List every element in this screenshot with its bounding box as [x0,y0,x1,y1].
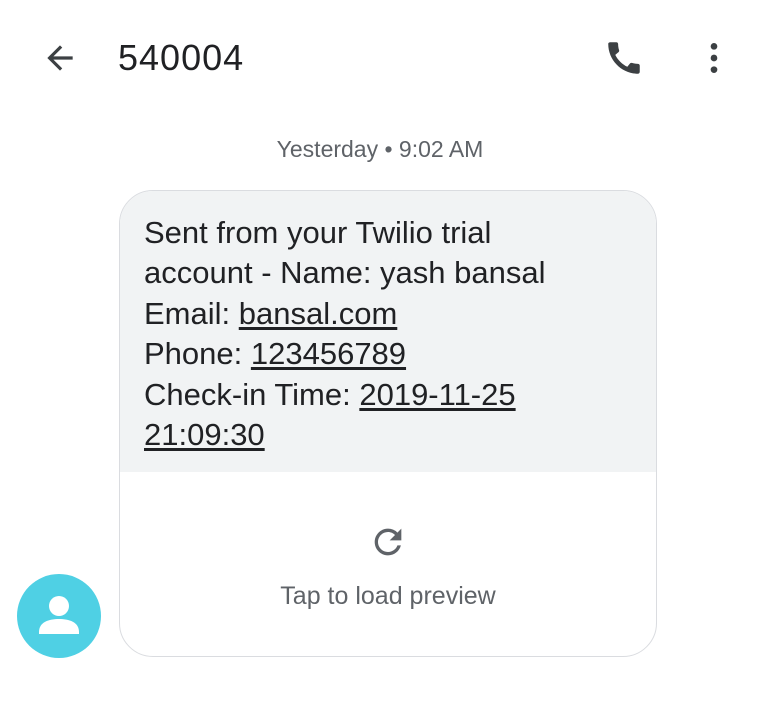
message-line: Sent from your Twilio trial [144,215,492,250]
checkin-date-link[interactable]: 2019-11-25 [359,377,515,412]
phone-label: Phone: [144,336,251,372]
phone-icon [608,42,640,74]
phone-link[interactable]: 123456789 [251,336,406,371]
arrow-back-icon [47,45,73,71]
call-button[interactable] [598,32,650,84]
avatar[interactable] [17,574,101,658]
checkin-label: Check-in Time: [144,376,360,412]
conversation-title: 540004 [118,37,245,78]
more-options-button[interactable] [688,32,740,84]
back-button[interactable] [34,32,86,84]
person-icon [39,596,79,634]
message-timestamp: Yesterday • 9:02 AM [276,136,484,162]
checkin-time-link[interactable]: 21:09:30 [144,417,265,452]
message-text: Sent from your Twilio trial account - Na… [120,191,656,472]
message-bubble[interactable]: Sent from your Twilio trial account - Na… [119,190,657,657]
message-line: account - Name: yash bansal [144,255,546,291]
load-preview-button[interactable]: Tap to load preview [120,472,656,656]
load-preview-label: Tap to load preview [280,582,496,610]
more-vert-icon [710,43,718,73]
app-bar: 540004 [0,0,760,112]
email-link[interactable]: bansal.com [239,296,398,331]
refresh-icon [374,528,402,556]
email-label: Email: [144,295,239,331]
